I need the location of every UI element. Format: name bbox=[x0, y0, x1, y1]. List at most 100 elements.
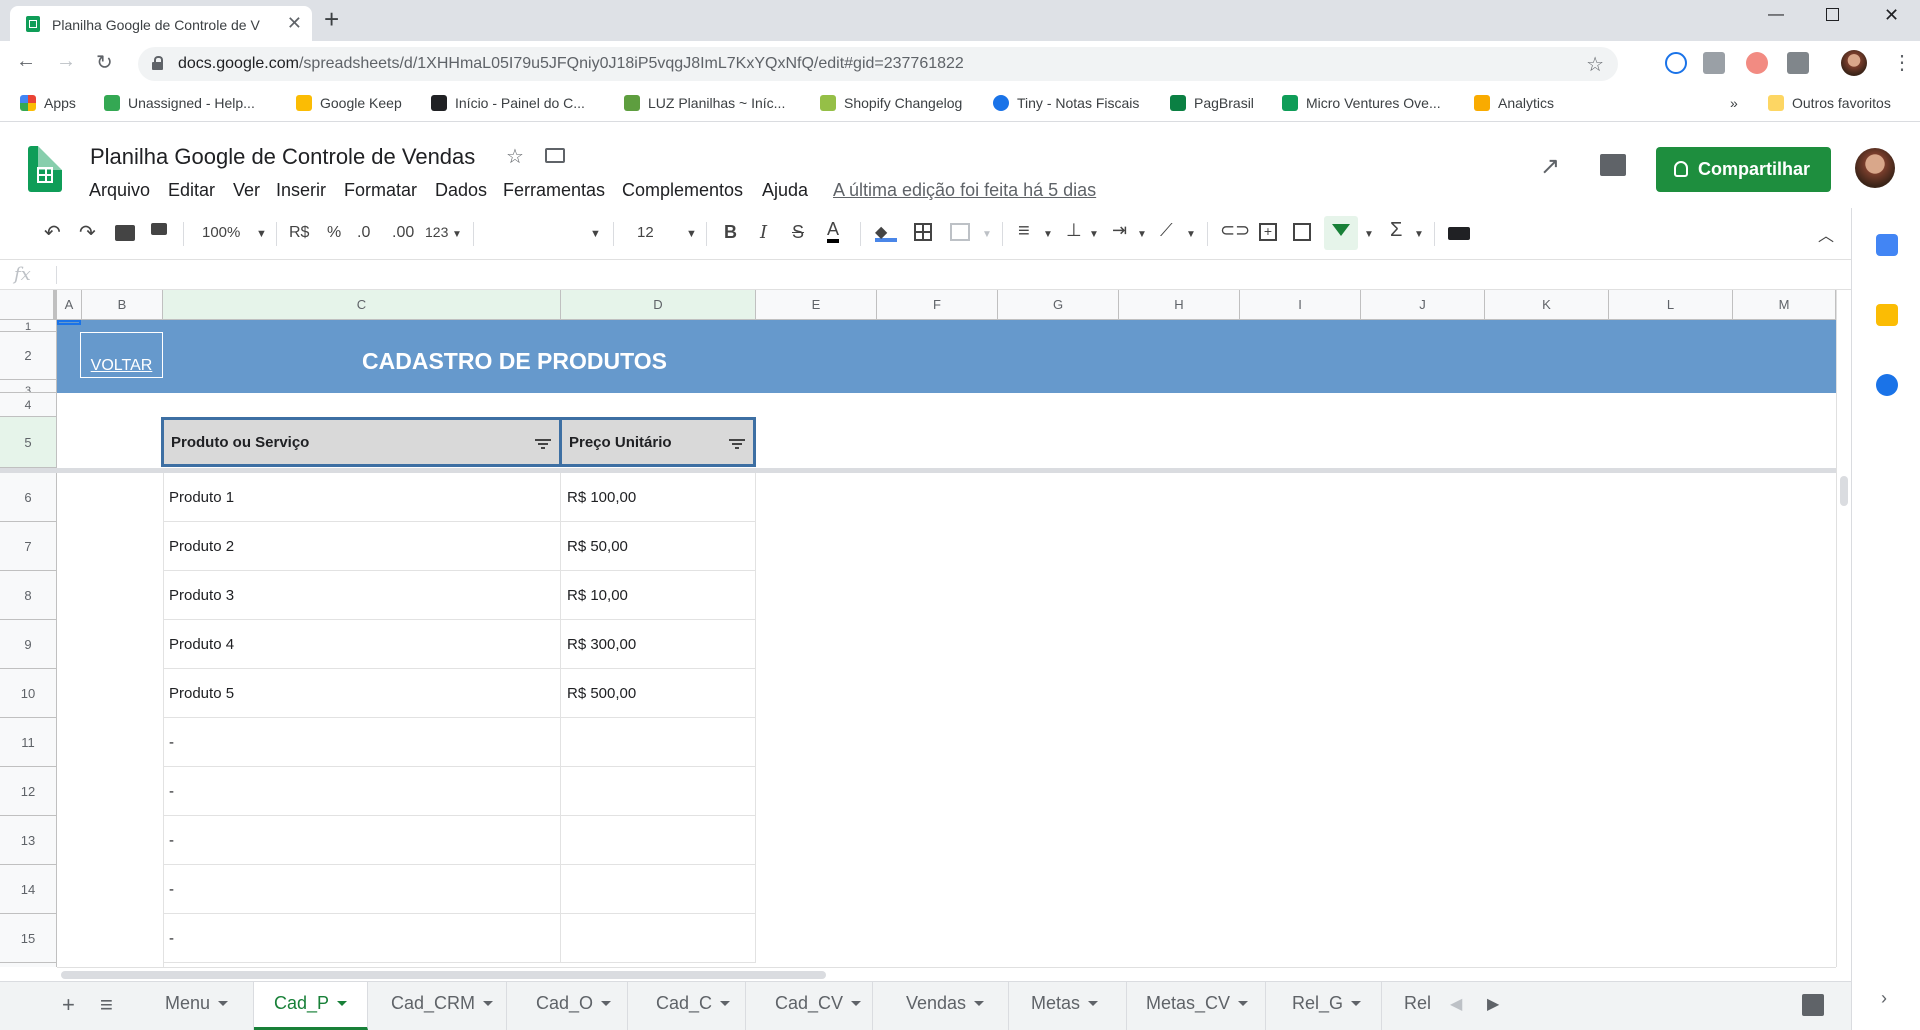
bookmark-unassigned[interactable]: Unassigned - Help... bbox=[104, 95, 255, 111]
insert-link-icon[interactable]: ⊂⊃ bbox=[1220, 220, 1250, 241]
horizontal-scroll-thumb[interactable] bbox=[61, 971, 826, 979]
browser-tab[interactable]: Planilha Google de Controle de V ✕ bbox=[10, 6, 312, 41]
sheet-tab-cad-p[interactable]: Cad_P bbox=[254, 982, 368, 1030]
menu-dados[interactable]: Dados bbox=[435, 180, 487, 201]
product-price-cell[interactable]: R$ 500,00 bbox=[561, 669, 756, 718]
product-price-cell[interactable] bbox=[561, 767, 756, 816]
borders-icon[interactable] bbox=[914, 223, 932, 241]
column-header-e[interactable]: E bbox=[756, 290, 877, 320]
bookmark-star-icon[interactable]: ☆ bbox=[1586, 52, 1604, 77]
menu-arquivo[interactable]: Arquivo bbox=[89, 180, 150, 201]
product-name-cell[interactable]: Produto 2 bbox=[163, 522, 561, 571]
merge-dropdown-icon[interactable]: ▼ bbox=[982, 229, 992, 240]
row-header-1[interactable]: 1 bbox=[0, 320, 57, 333]
row-header-15[interactable]: 15 bbox=[0, 914, 57, 963]
functions-icon[interactable]: Σ bbox=[1390, 219, 1402, 242]
bookmark-other-favorites[interactable]: Outros favoritos bbox=[1768, 95, 1891, 111]
menu-inserir[interactable]: Inserir bbox=[276, 180, 326, 201]
copy-extension-icon[interactable] bbox=[1787, 52, 1809, 74]
sheet-tab-cad-crm[interactable]: Cad_CRM bbox=[368, 982, 507, 1030]
halign-dropdown-icon[interactable]: ▼ bbox=[1043, 229, 1053, 240]
text-wrapping-icon[interactable]: ⇥ bbox=[1112, 220, 1127, 241]
column-header-b[interactable]: B bbox=[82, 290, 163, 320]
column-header-l[interactable]: L bbox=[1609, 290, 1733, 320]
filter-icon[interactable] bbox=[1332, 224, 1350, 236]
column-header-a[interactable]: A bbox=[57, 290, 82, 320]
star-icon[interactable]: ☆ bbox=[506, 144, 524, 169]
column-header-k[interactable]: K bbox=[1485, 290, 1609, 320]
decrease-decimal-button[interactable]: .0 bbox=[357, 224, 370, 242]
row-header-7[interactable]: 7 bbox=[0, 522, 57, 571]
move-folder-icon[interactable] bbox=[545, 148, 565, 163]
row-header-9[interactable]: 9 bbox=[0, 620, 57, 669]
reload-icon[interactable]: ↻ bbox=[96, 50, 113, 75]
bookmark-luz-planilhas[interactable]: LUZ Planilhas ~ Iníc... bbox=[624, 95, 785, 111]
merge-cells-icon[interactable] bbox=[950, 223, 970, 241]
bookmark-micro-ventures[interactable]: Micro Ventures Ove... bbox=[1282, 95, 1441, 111]
header-preco-unitario[interactable]: Preço Unitário bbox=[559, 417, 756, 467]
tasks-icon[interactable] bbox=[1876, 374, 1898, 396]
close-window-icon[interactable]: ✕ bbox=[1884, 5, 1899, 26]
product-price-cell[interactable] bbox=[561, 914, 756, 963]
product-name-cell[interactable]: Produto 3 bbox=[163, 571, 561, 620]
back-icon[interactable]: ← bbox=[16, 50, 36, 73]
format-percent-button[interactable]: % bbox=[327, 224, 341, 242]
select-all-corner[interactable] bbox=[0, 290, 57, 320]
product-price-cell[interactable]: R$ 300,00 bbox=[561, 620, 756, 669]
sheet-tab-metas[interactable]: Metas bbox=[1009, 982, 1127, 1030]
more-formats-dropdown-icon[interactable]: ▼ bbox=[452, 229, 462, 240]
paint-format-icon[interactable] bbox=[151, 223, 167, 235]
horizontal-scrollbar[interactable] bbox=[57, 967, 1836, 981]
row-header-3[interactable]: 3 bbox=[0, 380, 57, 393]
menu-ferramentas[interactable]: Ferramentas bbox=[503, 180, 605, 201]
scroll-tabs-right-icon[interactable]: ▶ bbox=[1487, 994, 1499, 1014]
increase-decimal-button[interactable]: .00 bbox=[392, 224, 414, 242]
close-tab-icon[interactable]: ✕ bbox=[287, 13, 302, 34]
text-rotation-icon[interactable]: ⟋ bbox=[1160, 220, 1173, 241]
product-price-cell[interactable] bbox=[561, 865, 756, 914]
print-icon[interactable] bbox=[115, 225, 135, 241]
font-family-dropdown-icon[interactable]: ▼ bbox=[590, 228, 601, 240]
row-header-13[interactable]: 13 bbox=[0, 816, 57, 865]
product-name-cell[interactable]: Produto 5 bbox=[163, 669, 561, 718]
omnibox[interactable]: docs.google.com/spreadsheets/d/1XHHmaL05… bbox=[138, 47, 1618, 81]
zoom-dropdown-icon[interactable]: ▼ bbox=[256, 228, 267, 240]
insert-chart-icon[interactable] bbox=[1293, 223, 1311, 241]
maximize-icon[interactable] bbox=[1826, 8, 1839, 21]
activity-dashboard-icon[interactable]: ↗ bbox=[1540, 152, 1560, 181]
product-name-cell[interactable]: - bbox=[163, 767, 561, 816]
calendar-icon[interactable] bbox=[1876, 234, 1898, 256]
zoom-select[interactable]: 100% bbox=[202, 224, 240, 241]
sheet-tab-rel-g[interactable]: Rel_G bbox=[1266, 982, 1382, 1030]
row-header-12[interactable]: 12 bbox=[0, 767, 57, 816]
bookmark-inicio-painel[interactable]: Início - Painel do C... bbox=[431, 95, 585, 111]
column-header-j[interactable]: J bbox=[1361, 290, 1485, 320]
product-price-cell[interactable]: R$ 100,00 bbox=[561, 473, 756, 522]
bookmark-shopify-changelog[interactable]: Shopify Changelog bbox=[820, 95, 962, 111]
row-header-4[interactable]: 4 bbox=[0, 393, 57, 417]
filter-dropdown-icon[interactable]: ▼ bbox=[1364, 229, 1374, 240]
expand-side-panel-icon[interactable]: › bbox=[1881, 988, 1887, 1009]
menu-ajuda[interactable]: Ajuda bbox=[762, 180, 808, 201]
bold-icon[interactable]: B bbox=[724, 222, 737, 243]
voltar-link[interactable]: VOLTAR bbox=[80, 332, 163, 378]
column-header-g[interactable]: G bbox=[998, 290, 1119, 320]
filter-list-icon[interactable] bbox=[729, 439, 745, 449]
new-tab-icon[interactable]: + bbox=[324, 4, 339, 35]
profile-avatar[interactable] bbox=[1841, 50, 1867, 76]
product-name-cell[interactable]: - bbox=[163, 816, 561, 865]
more-formats-button[interactable]: 123 bbox=[425, 224, 448, 240]
sheet-tab-vendas[interactable]: Vendas bbox=[873, 982, 1009, 1030]
menu-editar[interactable]: Editar bbox=[168, 180, 215, 201]
forward-icon[interactable]: → bbox=[56, 50, 76, 73]
sheet-tab-menu[interactable]: Menu bbox=[146, 982, 254, 1030]
sheet-tab-metas-cv[interactable]: Metas_CV bbox=[1127, 982, 1266, 1030]
product-name-cell[interactable]: Produto 4 bbox=[163, 620, 561, 669]
column-header-d[interactable]: D bbox=[561, 290, 756, 320]
vertical-scroll-thumb[interactable] bbox=[1840, 476, 1848, 506]
wrap-dropdown-icon[interactable]: ▼ bbox=[1137, 229, 1147, 240]
font-size-dropdown-icon[interactable]: ▼ bbox=[686, 228, 697, 240]
redo-icon[interactable]: ↷ bbox=[79, 220, 96, 245]
header-produto-servico[interactable]: Produto ou Serviço bbox=[161, 417, 562, 467]
row-header-16[interactable] bbox=[0, 963, 57, 967]
